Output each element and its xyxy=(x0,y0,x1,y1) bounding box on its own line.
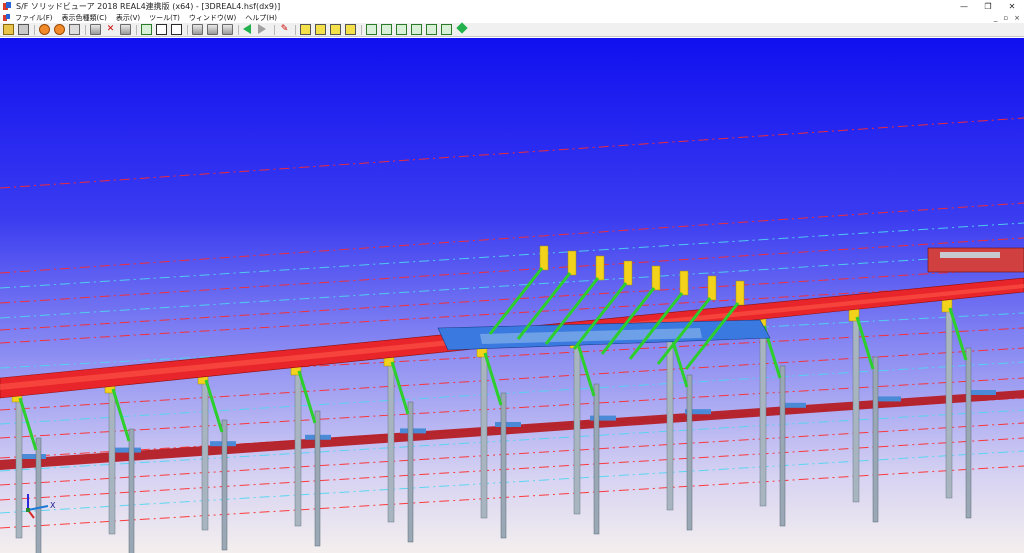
pier-footing xyxy=(970,390,996,395)
far-railing xyxy=(940,252,1000,258)
toolbar-separator xyxy=(361,24,362,35)
pier-column xyxy=(294,370,302,527)
pan-icon[interactable] xyxy=(69,24,80,35)
document-icon[interactable] xyxy=(3,13,11,22)
pier-column xyxy=(201,379,209,531)
menu-file[interactable]: ファイル(F) xyxy=(15,13,53,23)
pier-column xyxy=(593,383,600,535)
pier-footing xyxy=(115,447,141,453)
front-view-icon[interactable] xyxy=(366,24,377,35)
pier-column xyxy=(480,352,488,519)
toolbar-separator xyxy=(187,24,188,35)
measure-icon[interactable] xyxy=(222,24,233,35)
stay-tower xyxy=(595,255,605,281)
toolbar-separator xyxy=(238,24,239,35)
orbit-icon[interactable] xyxy=(54,24,65,35)
home-view-icon[interactable] xyxy=(456,22,468,35)
shaded-view-icon[interactable] xyxy=(141,24,152,35)
title-bar: S/F ソリッドビューア 2018 REAL4連携版 (x64) - [3DRE… xyxy=(0,0,1024,12)
stay-tower xyxy=(735,280,745,306)
close-button[interactable]: ✕ xyxy=(1000,0,1024,12)
stay-tower xyxy=(539,245,549,271)
pier-column xyxy=(387,361,395,523)
toolbar-separator xyxy=(274,24,275,35)
attribute-icon[interactable] xyxy=(345,24,356,35)
pier-column xyxy=(15,397,23,539)
model-canvas[interactable]: X xyxy=(0,38,1024,553)
iso-view-icon[interactable] xyxy=(441,24,452,35)
right-view-icon[interactable] xyxy=(411,24,422,35)
back-view-icon[interactable] xyxy=(381,24,392,35)
pier-column xyxy=(686,374,693,531)
rotate-icon[interactable] xyxy=(39,24,50,35)
stay-tower xyxy=(623,260,633,286)
pier-column xyxy=(945,307,953,499)
svg-text:X: X xyxy=(50,501,56,510)
print-icon[interactable] xyxy=(18,24,29,35)
pier-column xyxy=(128,428,135,553)
zoom-window-icon[interactable]: ✕ xyxy=(105,24,116,35)
next-view-icon[interactable] xyxy=(258,24,269,35)
stay-tower xyxy=(679,270,689,296)
window-controls: — ❐ ✕ xyxy=(952,0,1024,12)
doc-close-button[interactable]: × xyxy=(1014,14,1020,22)
hidden-line-view-icon[interactable] xyxy=(171,24,182,35)
menu-tools[interactable]: ツール(T) xyxy=(149,13,180,23)
toolbar-separator xyxy=(85,24,86,35)
pier-column xyxy=(108,388,116,535)
pier-column xyxy=(852,316,860,503)
stay-tower xyxy=(707,275,717,301)
menu-help[interactable]: ヘルプ(H) xyxy=(245,13,277,23)
open-file-icon[interactable] xyxy=(3,24,14,35)
properties-icon[interactable] xyxy=(330,24,341,35)
pier-column xyxy=(666,334,674,511)
layer-icon[interactable] xyxy=(300,24,311,35)
app-icon xyxy=(3,1,12,11)
menu-bar: ファイル(F) 表示色種類(C) 表示(V) ツール(T) ウィンドウ(W) ヘ… xyxy=(0,12,1024,23)
menu-window[interactable]: ウィンドウ(W) xyxy=(189,13,236,23)
far-structure xyxy=(927,247,1024,273)
pier-column xyxy=(573,343,581,515)
pier-column xyxy=(407,401,414,543)
minimize-button[interactable]: — xyxy=(952,0,976,12)
far-deck-block xyxy=(927,247,1024,273)
pier-footing xyxy=(495,422,521,427)
pier-column xyxy=(779,365,786,527)
menu-view[interactable]: 表示(V) xyxy=(116,13,140,23)
doc-minimize-button[interactable]: _ xyxy=(994,14,998,22)
layer-list-icon[interactable] xyxy=(315,24,326,35)
pier-footing xyxy=(20,454,46,459)
toolbar: ✕ ✎ xyxy=(0,22,1024,37)
stay-tower xyxy=(567,250,577,276)
top-view-icon[interactable] xyxy=(426,24,437,35)
previous-view-icon[interactable] xyxy=(243,24,254,35)
pier-column xyxy=(221,419,228,551)
select-area-icon[interactable] xyxy=(207,24,218,35)
pier-column xyxy=(500,392,507,539)
pier-column xyxy=(759,325,767,507)
pier-column xyxy=(965,347,972,519)
pier-column xyxy=(872,356,879,523)
pier-column xyxy=(35,437,42,553)
doc-restore-button[interactable]: ▫ xyxy=(1003,14,1008,22)
toolbar-separator xyxy=(136,24,137,35)
pier-column xyxy=(314,410,321,547)
maximize-button[interactable]: ❐ xyxy=(976,0,1000,12)
menu-display-color[interactable]: 表示色種類(C) xyxy=(62,13,107,23)
fit-view-icon[interactable] xyxy=(90,24,101,35)
zoom-icon[interactable] xyxy=(120,24,131,35)
window-title: S/F ソリッドビューア 2018 REAL4連携版 (x64) - [3DRE… xyxy=(16,1,281,11)
left-view-icon[interactable] xyxy=(396,24,407,35)
section-cut-icon[interactable]: ✎ xyxy=(279,24,290,35)
stay-tower xyxy=(651,265,661,291)
wireframe-view-icon[interactable] xyxy=(156,24,167,35)
3d-viewport[interactable]: X xyxy=(0,38,1024,553)
toolbar-separator xyxy=(295,24,296,35)
toolbar-separator xyxy=(34,24,35,35)
pier-footing xyxy=(875,396,901,402)
document-window-controls: _ ▫ × xyxy=(994,12,1020,23)
select-arrow-icon[interactable] xyxy=(192,24,203,35)
